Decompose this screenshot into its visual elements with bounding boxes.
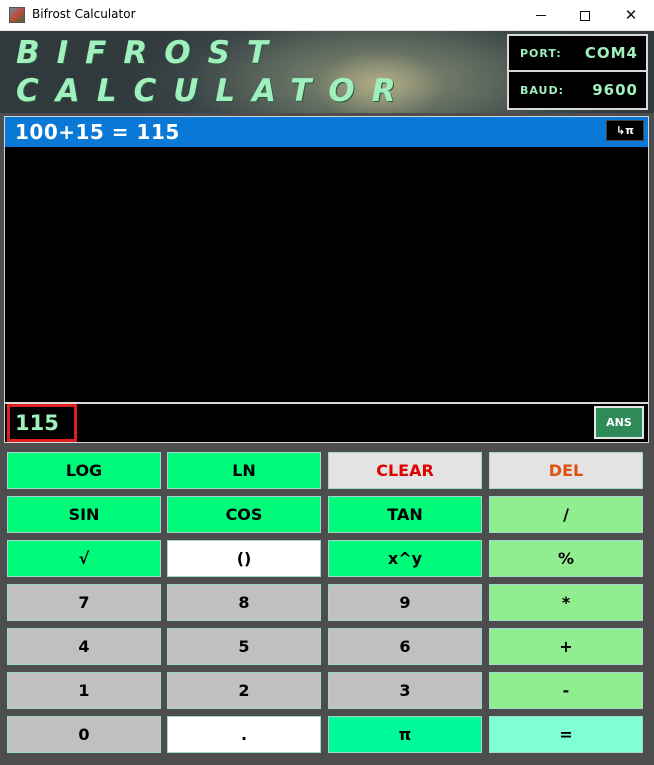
baud-label: BAUD:	[520, 83, 565, 97]
digit-5-button[interactable]: 5	[167, 628, 321, 665]
equals-button[interactable]: =	[489, 716, 643, 753]
percent-button[interactable]: %	[489, 540, 643, 577]
divide-button[interactable]: /	[489, 496, 643, 533]
baud-value: 9600	[592, 81, 638, 99]
power-button[interactable]: x^y	[328, 540, 482, 577]
digit-2-button[interactable]: 2	[167, 672, 321, 709]
digit-0-button[interactable]: 0	[7, 716, 161, 753]
multiply-button[interactable]: *	[489, 584, 643, 621]
result-text: 115	[15, 411, 59, 435]
header: BIFROST CALCULATOR PORT: COM4 BAUD: 9600	[0, 31, 654, 113]
window-title: Bifrost Calculator	[32, 7, 136, 21]
digit-7-button[interactable]: 7	[7, 584, 161, 621]
app-body: BIFROST CALCULATOR PORT: COM4 BAUD: 9600…	[0, 31, 654, 765]
port-label: PORT:	[520, 46, 562, 60]
title-bar: Bifrost Calculator ✕	[0, 0, 654, 31]
digit-3-button[interactable]: 3	[328, 672, 482, 709]
digit-8-button[interactable]: 8	[167, 584, 321, 621]
digit-9-button[interactable]: 9	[328, 584, 482, 621]
expression-bar: 100+15 = 115 ↳π	[5, 117, 648, 147]
close-icon: ✕	[624, 6, 638, 24]
pi-button[interactable]: π	[328, 716, 482, 753]
minimize-icon	[536, 15, 546, 16]
baud-row: BAUD: 9600	[509, 72, 646, 108]
delete-button[interactable]: DEL	[489, 452, 643, 489]
port-row: PORT: COM4	[509, 36, 646, 72]
calculator-display: 100+15 = 115 ↳π 115 ANS	[4, 116, 649, 443]
mode-toggle-button[interactable]: ↳π	[606, 120, 644, 141]
result-bar: 115 ANS	[5, 402, 648, 442]
add-button[interactable]: +	[489, 628, 643, 665]
sqrt-button[interactable]: √	[7, 540, 161, 577]
digit-6-button[interactable]: 6	[328, 628, 482, 665]
ln-button[interactable]: LN	[167, 452, 321, 489]
logo-line-1: BIFROST	[16, 35, 286, 71]
ans-button[interactable]: ANS	[593, 405, 645, 440]
connection-status-panel: PORT: COM4 BAUD: 9600	[507, 34, 648, 110]
clear-button[interactable]: CLEAR	[328, 452, 482, 489]
minimize-button[interactable]	[518, 0, 564, 31]
close-button[interactable]: ✕	[608, 0, 654, 31]
port-value: COM4	[584, 44, 638, 62]
digit-1-button[interactable]: 1	[7, 672, 161, 709]
decimal-button[interactable]: .	[167, 716, 321, 753]
maximize-button[interactable]	[562, 0, 608, 31]
cos-button[interactable]: COS	[167, 496, 321, 533]
maximize-icon	[580, 10, 590, 21]
subtract-button[interactable]: -	[489, 672, 643, 709]
digit-4-button[interactable]: 4	[7, 628, 161, 665]
expression-text: 100+15 = 115	[15, 120, 180, 144]
result-highlight-box: 115	[7, 404, 77, 442]
app-icon	[9, 7, 25, 23]
sin-button[interactable]: SIN	[7, 496, 161, 533]
tan-button[interactable]: TAN	[328, 496, 482, 533]
log-button[interactable]: LOG	[7, 452, 161, 489]
parentheses-button[interactable]: ()	[167, 540, 321, 577]
logo-line-2: CALCULATOR	[16, 73, 413, 109]
